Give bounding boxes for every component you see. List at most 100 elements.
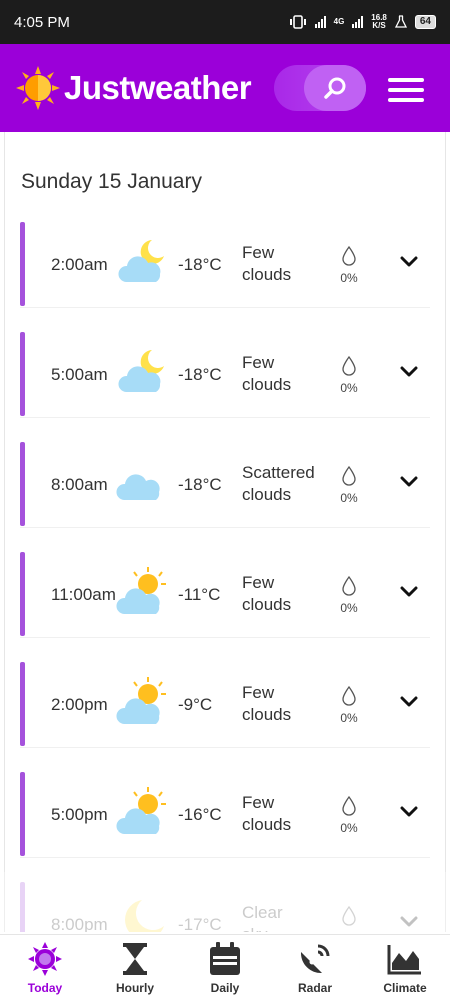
menu-line xyxy=(388,98,424,102)
nav-hourly[interactable]: Hourly xyxy=(90,935,180,1000)
nav-radar-label: Radar xyxy=(297,981,332,995)
expand-row-button[interactable] xyxy=(400,475,418,489)
vibrate-icon xyxy=(289,15,306,29)
raindrop-icon xyxy=(342,575,356,596)
chevron-down-icon xyxy=(400,806,418,817)
row-time: 5:00am xyxy=(51,365,108,384)
row-accent-bar xyxy=(20,552,25,636)
row-description: Few clouds xyxy=(242,793,292,834)
row-time: 5:00pm xyxy=(51,805,108,824)
menu-line xyxy=(388,88,424,92)
chevron-down-icon xyxy=(400,476,418,487)
forecast-row[interactable]: 5:00am -18°C Few clouds 0% xyxy=(20,332,430,418)
menu-line xyxy=(388,78,424,82)
search-icon xyxy=(324,77,346,99)
row-temperature: -16°C xyxy=(178,805,222,824)
row-description: Clearsky xyxy=(242,903,283,932)
search-button[interactable] xyxy=(304,65,366,111)
nav-today-label: Today xyxy=(27,981,63,995)
lab-flask-icon xyxy=(394,15,407,28)
row-accent-bar xyxy=(20,772,25,856)
row-time: 8:00pm xyxy=(51,915,108,932)
row-time: 2:00pm xyxy=(51,695,108,714)
sun-cloud-icon xyxy=(116,566,168,618)
raindrop-icon xyxy=(342,465,356,486)
row-temperature: -17°C xyxy=(178,915,222,932)
row-temperature: -18°C xyxy=(178,365,222,384)
row-accent-bar xyxy=(20,332,25,416)
raindrop-icon xyxy=(342,355,356,376)
nav-hourly-label: Hourly xyxy=(115,981,154,995)
forecast-row[interactable]: 8:00pm -17°C Clearsky 0% xyxy=(20,882,430,932)
menu-button[interactable] xyxy=(388,78,424,102)
row-precipitation: 0% xyxy=(334,685,364,725)
precip-value: 0% xyxy=(340,381,358,395)
battery-indicator: 64 xyxy=(414,15,436,29)
partial-row-container: 8:00pm -17°C Clearsky 0% xyxy=(4,872,446,932)
row-precipitation: 0% xyxy=(334,795,364,835)
row-precipitation: 0% xyxy=(334,575,364,615)
row-precipitation: 0% xyxy=(334,905,364,932)
expand-row-button[interactable] xyxy=(400,915,418,929)
row-time: 8:00am xyxy=(51,475,108,494)
nav-daily[interactable]: Daily xyxy=(180,935,270,1000)
forecast-row[interactable]: 2:00am -18°C Few clouds 0% xyxy=(20,222,430,308)
expand-row-button[interactable] xyxy=(400,585,418,599)
forecast-row[interactable]: 2:00pm -9°C Few clouds 0% xyxy=(20,662,430,748)
nav-climate-label: Climate xyxy=(383,981,427,995)
raindrop-icon xyxy=(342,905,356,926)
forecast-row[interactable]: 8:00am -18°C Scattered clouds 0% xyxy=(20,442,430,528)
data-speed: 16.8 K/S xyxy=(371,13,387,30)
precip-value: 0% xyxy=(334,931,364,932)
nav-radar[interactable]: Radar xyxy=(270,935,360,1000)
row-description: Scattered clouds xyxy=(242,463,315,504)
satellite-dish-icon xyxy=(297,941,333,977)
calendar-icon xyxy=(207,941,243,977)
row-temperature: -9°C xyxy=(178,695,213,714)
row-description: Few clouds xyxy=(242,573,292,614)
chevron-down-icon xyxy=(400,916,418,927)
status-time: 4:05 PM xyxy=(14,13,70,31)
moon-cloud-icon xyxy=(116,236,168,288)
row-accent-bar xyxy=(20,222,25,306)
precip-value: 0% xyxy=(340,271,358,285)
expand-row-button[interactable] xyxy=(400,365,418,379)
forecast-content: Sunday 15 January 2:00am -18°C Few clouds 0%… xyxy=(4,132,446,872)
bottom-navigation: Today Hourly Daily Radar Climate xyxy=(0,934,450,1000)
nav-today[interactable]: Today xyxy=(0,935,90,1000)
precip-value: 0% xyxy=(340,711,358,725)
signal-icon-2 xyxy=(352,16,364,28)
row-description: Few clouds xyxy=(242,353,292,394)
row-accent-bar xyxy=(20,662,25,746)
nav-climate[interactable]: Climate xyxy=(360,935,450,1000)
row-precipitation: 0% xyxy=(334,245,364,285)
date-heading: Sunday 15 January xyxy=(21,170,202,193)
forecast-row[interactable]: 5:00pm -16°C Few clouds 0% xyxy=(20,772,430,858)
area-chart-icon xyxy=(387,941,423,977)
raindrop-icon xyxy=(342,685,356,706)
row-temperature: -18°C xyxy=(178,475,222,494)
moon-icon xyxy=(116,896,168,932)
row-precipitation: 0% xyxy=(334,465,364,505)
app-header: Justweather xyxy=(0,44,450,132)
row-accent-bar xyxy=(20,442,25,526)
row-accent-bar xyxy=(20,882,25,932)
expand-row-button[interactable] xyxy=(400,255,418,269)
status-bar: 4:05 PM 4G 16.8 K/S 64 xyxy=(0,0,450,44)
row-precipitation: 0% xyxy=(334,355,364,395)
row-temperature: -18°C xyxy=(178,255,222,274)
row-description: Few clouds xyxy=(242,243,292,284)
forecast-row[interactable]: 11:00am -11°C Few clouds 0% xyxy=(20,552,430,638)
row-temperature: -11°C xyxy=(178,585,221,604)
nav-daily-label: Daily xyxy=(210,981,240,995)
chevron-down-icon xyxy=(400,256,418,267)
signal-icon xyxy=(314,16,326,28)
expand-row-button[interactable] xyxy=(400,695,418,709)
hourglass-icon xyxy=(117,941,153,977)
sun-cloud-icon xyxy=(116,676,168,728)
expand-row-button[interactable] xyxy=(400,805,418,819)
precip-value: 0% xyxy=(340,491,358,505)
row-time: 11:00am xyxy=(51,585,116,604)
raindrop-icon xyxy=(342,245,356,266)
precip-value: 0% xyxy=(340,821,358,835)
